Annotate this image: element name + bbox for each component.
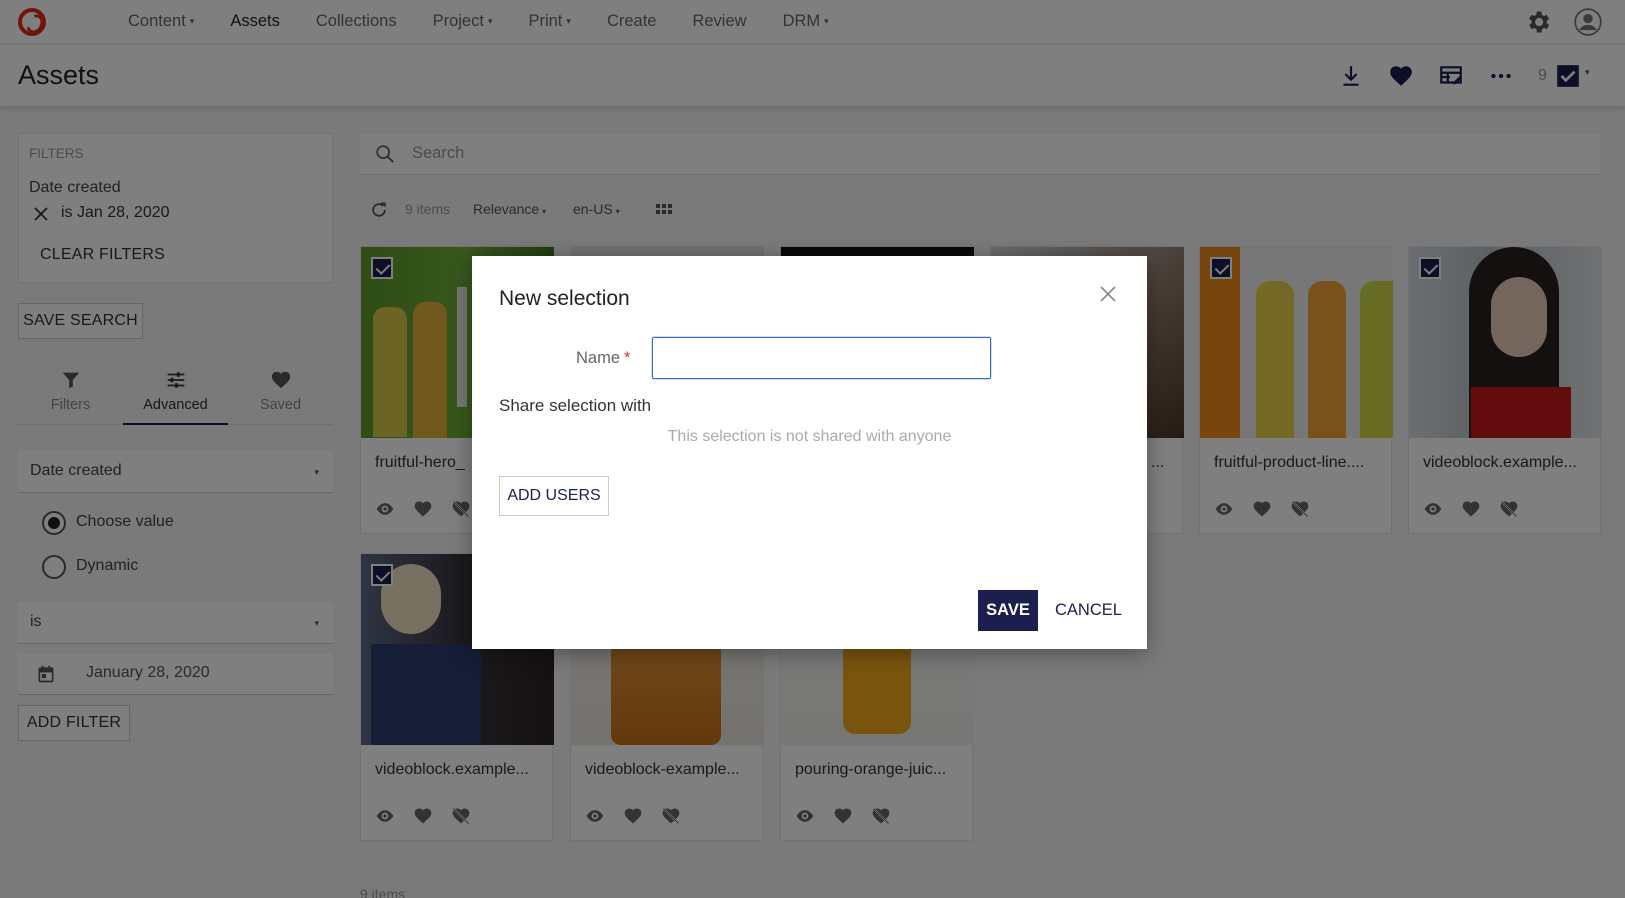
- save-button[interactable]: SAVE: [978, 590, 1038, 631]
- name-field-label: Name *: [576, 349, 630, 368]
- name-label-text: Name: [576, 349, 621, 367]
- selection-name-input[interactable]: [652, 337, 991, 379]
- share-section-label: Share selection with: [499, 396, 652, 415]
- new-selection-dialog: New selection Name * Share selection with…: [472, 256, 1147, 649]
- close-icon[interactable]: [1098, 284, 1118, 304]
- empty-share-message: This selection is not shared with anyone: [667, 428, 952, 445]
- cancel-button[interactable]: CANCEL: [1055, 590, 1122, 631]
- required-indicator: *: [624, 349, 631, 367]
- add-users-button[interactable]: ADD USERS: [499, 476, 609, 516]
- dialog-title: New selection: [499, 287, 630, 310]
